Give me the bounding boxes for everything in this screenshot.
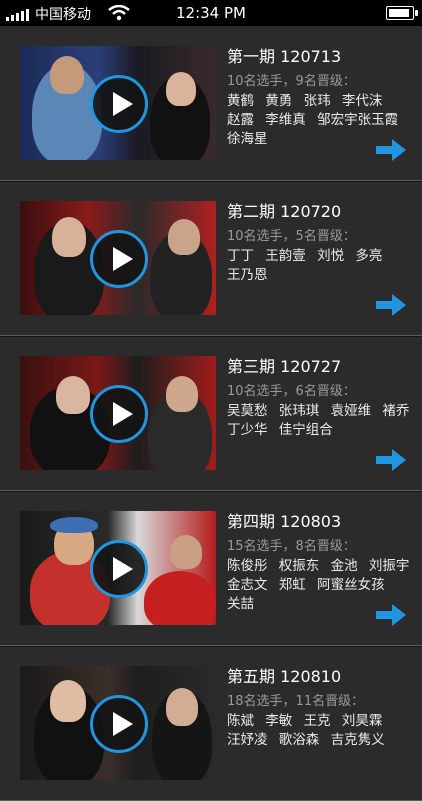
contestant-name: 刘昊霖	[341, 713, 383, 729]
episode-summary: 10名选手，5名晋级：	[227, 229, 356, 244]
episode-title: 第四期 120803	[227, 512, 342, 531]
arrow-right-icon[interactable]	[376, 604, 406, 626]
episode-thumbnail[interactable]	[20, 511, 216, 625]
play-button[interactable]	[90, 75, 148, 133]
contestant-name: 金志文	[227, 577, 268, 593]
contestant-name: 袁娅维	[330, 403, 372, 419]
contestant-name: 歌浴森	[278, 732, 320, 748]
arrow-right-icon[interactable]	[376, 139, 406, 161]
battery-icon	[386, 6, 418, 20]
status-bar: 中国移动 12:34 PM	[0, 0, 422, 26]
episode-title: 第二期 120720	[227, 202, 342, 221]
contestant-name: 刘振宇	[368, 558, 410, 574]
contestant-name: 吴莫愁	[227, 403, 268, 419]
episode-title: 第三期 120727	[227, 357, 342, 376]
episode-thumbnail[interactable]	[20, 46, 216, 160]
contestant-name: 徐海星	[227, 131, 268, 147]
contestant-name: 佳宁组合	[278, 422, 333, 438]
contestant-name: 阿蜜丝女孩	[317, 577, 385, 593]
contestant-name: 陈斌	[227, 713, 254, 729]
episode-row[interactable]: 第一期 120713 10名选手，9名晋级： 黄鹤 黄勇 张玮 李代沫 赵露 李…	[0, 26, 422, 181]
contestant-names: 丁丁 王韵壹 刘悦 多亮 王乃恩	[227, 247, 417, 285]
contestant-name: 郑虹	[278, 577, 306, 593]
episode-summary: 18名选手，11名晋级：	[227, 694, 365, 709]
contestant-name: 多亮	[355, 248, 383, 264]
contestant-name: 黄勇	[265, 93, 293, 109]
arrow-right-icon[interactable]	[376, 294, 406, 316]
episode-summary: 10名选手，6名晋级：	[227, 384, 356, 399]
contestant-name: 王韵壹	[265, 248, 306, 264]
episode-thumbnail[interactable]	[20, 356, 216, 470]
episode-summary: 15名选手，8名晋级：	[227, 539, 356, 554]
episode-row[interactable]: 第四期 120803 15名选手，8名晋级： 陈俊彤 权振东 金池 刘振宇 金志…	[0, 491, 422, 646]
contestant-name: 邹宏宇张玉霞	[317, 112, 399, 128]
episode-row[interactable]: 第三期 120727 10名选手，6名晋级： 吴莫愁 张玮琪 袁娅维 褚乔 丁少…	[0, 336, 422, 491]
episode-thumbnail[interactable]	[20, 666, 216, 780]
contestant-name: 权振东	[278, 558, 320, 574]
contestant-name: 吉克隽义	[330, 732, 385, 748]
episode-list: 第一期 120713 10名选手，9名晋级： 黄鹤 黄勇 张玮 李代沫 赵露 李…	[0, 26, 422, 801]
contestant-name: 赵露	[227, 112, 254, 128]
contestant-name: 丁少华	[227, 422, 268, 438]
episode-summary: 10名选手，9名晋级：	[227, 74, 356, 89]
contestant-name: 张玮	[303, 93, 331, 109]
contestant-name: 李维真	[265, 112, 306, 128]
arrow-right-icon[interactable]	[376, 449, 406, 471]
episode-row[interactable]: 第二期 120720 10名选手，5名晋级： 丁丁 王韵壹 刘悦 多亮 王乃恩	[0, 181, 422, 336]
contestant-name: 汪妤凌	[227, 732, 268, 748]
contestant-name: 关喆	[227, 596, 254, 612]
contestant-name: 王克	[303, 713, 331, 729]
contestant-name: 刘悦	[317, 248, 345, 264]
contestant-name: 李敏	[265, 713, 293, 729]
episode-title: 第一期 120713	[227, 47, 342, 66]
episode-thumbnail[interactable]	[20, 201, 216, 315]
play-button[interactable]	[90, 540, 148, 598]
status-time: 12:34 PM	[176, 4, 246, 22]
play-button[interactable]	[90, 385, 148, 443]
contestant-names: 吴莫愁 张玮琪 袁娅维 褚乔 丁少华 佳宁组合	[227, 402, 417, 440]
play-button[interactable]	[90, 695, 148, 753]
contestant-name: 丁丁	[227, 248, 254, 264]
episode-row[interactable]: 第五期 120810 18名选手，11名晋级： 陈斌 李敏 王克 刘昊霖 汪妤凌…	[0, 646, 422, 801]
episode-title: 第五期 120810	[227, 667, 342, 686]
contestant-name: 陈俊彤	[227, 558, 268, 574]
contestant-names: 陈斌 李敏 王克 刘昊霖 汪妤凌 歌浴森 吉克隽义	[227, 712, 417, 750]
contestant-name: 李代沫	[341, 93, 383, 109]
play-button[interactable]	[90, 230, 148, 288]
contestant-name: 张玮琪	[278, 403, 320, 419]
contestant-name: 王乃恩	[227, 267, 268, 283]
contestant-name: 黄鹤	[227, 93, 254, 109]
contestant-name: 褚乔	[382, 403, 410, 419]
contestant-name: 金池	[330, 558, 358, 574]
